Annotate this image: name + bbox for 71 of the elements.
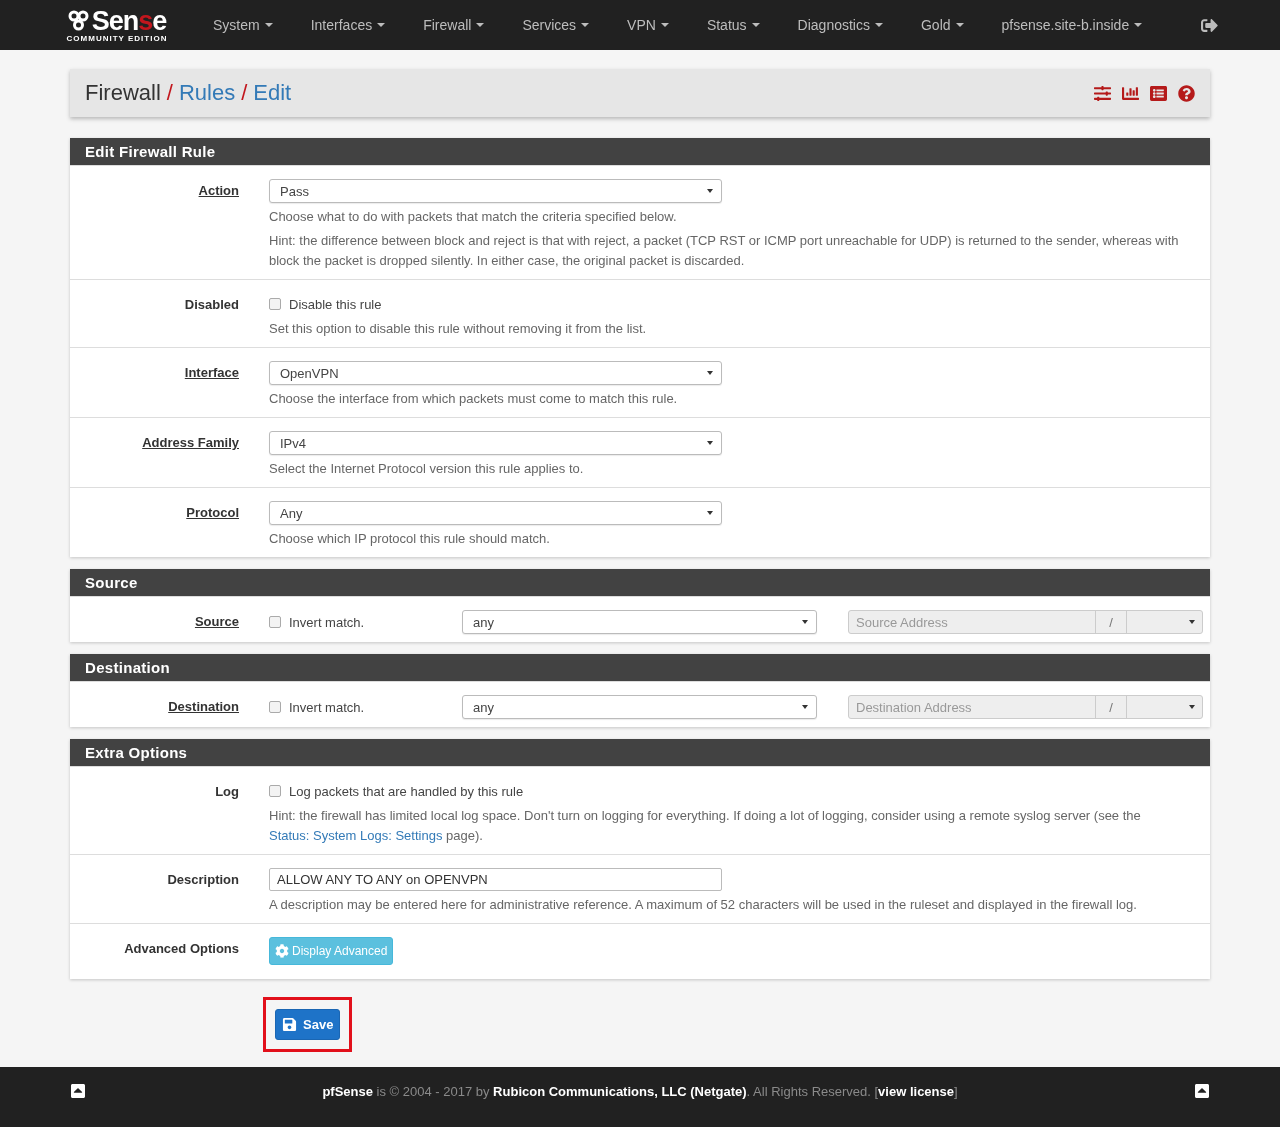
checkbox-label: Log packets that are handled by this rule bbox=[289, 783, 524, 799]
caret-icon bbox=[707, 440, 713, 446]
gear-icon bbox=[275, 944, 289, 958]
panel-title: Destination bbox=[70, 654, 1210, 681]
nav-menu-item[interactable]: Services bbox=[503, 17, 609, 33]
license-link[interactable]: view license bbox=[878, 1083, 954, 1099]
help-text: Hint: the difference between block and reject is that with reject, a packet (TCP RST or ICMP port unreachable for UDP) is returned to the sender, whereas with block the packet is dropped silently. In either case, the original packet is discarded. bbox=[269, 232, 1180, 270]
breadcrumb-item: Firewall bbox=[85, 80, 161, 106]
nav-menu-item[interactable]: VPN bbox=[608, 17, 688, 33]
field-label: Description bbox=[167, 871, 239, 889]
field-label: Disabled bbox=[184, 296, 239, 314]
checkbox[interactable] bbox=[269, 785, 281, 797]
help-text: Hint: the firewall has limited local log space. Don't turn on logging for everything. If doing a lot of logging, consider using a remote syslog server (see the Status: System Logs: Settings page). bbox=[269, 807, 1142, 845]
select-field[interactable]: any bbox=[462, 695, 817, 719]
field-label: Interface bbox=[184, 364, 239, 382]
breadcrumb-item[interactable]: Rules bbox=[178, 80, 236, 106]
checkbox[interactable] bbox=[269, 701, 281, 713]
select-field[interactable]: any bbox=[462, 610, 817, 634]
caret-icon bbox=[707, 370, 713, 376]
breadcrumb-separator: / bbox=[241, 80, 248, 106]
field-label: Protocol bbox=[186, 504, 239, 522]
field-label: Destination bbox=[168, 698, 239, 716]
panel-title: Source bbox=[70, 569, 1210, 596]
save-icon bbox=[282, 1017, 297, 1032]
checkbox[interactable] bbox=[269, 616, 281, 628]
caret-icon bbox=[802, 619, 808, 625]
field-label: Action bbox=[198, 182, 239, 200]
select-field[interactable]: OpenVPN bbox=[269, 361, 722, 385]
help-text: A description may be entered here for administrative reference. A maximum of 52 characters will be used in the ruleset and displayed in the firewall log. bbox=[269, 896, 1138, 914]
bar-chart-icon[interactable] bbox=[1122, 84, 1139, 102]
nav-menu-item[interactable]: System bbox=[194, 17, 292, 33]
help-text: Choose the interface from which packets must come to match this rule. bbox=[269, 390, 679, 408]
field-label: Log bbox=[215, 783, 239, 801]
scroll-top-icon[interactable] bbox=[1194, 1083, 1210, 1099]
select-field[interactable]: Any bbox=[269, 501, 722, 525]
breadcrumb-item[interactable]: Edit bbox=[253, 80, 292, 106]
nav-menu-item[interactable]: pfsense.site-b.inside bbox=[982, 17, 1162, 33]
select-field[interactable]: IPv4 bbox=[269, 431, 722, 455]
nav-menu-item[interactable]: Firewall bbox=[404, 17, 504, 33]
field-label: Advanced Options bbox=[124, 940, 239, 958]
description-field[interactable]: ALLOW ANY TO ANY on OPENVPN bbox=[269, 868, 722, 891]
checkbox-label: Invert match. bbox=[289, 699, 365, 715]
panel-title: Extra Options bbox=[70, 739, 1210, 766]
sliders-icon[interactable] bbox=[1094, 84, 1111, 102]
help-text: Choose which IP protocol this rule should match. bbox=[269, 530, 551, 548]
field-label: Address Family bbox=[142, 434, 239, 452]
copyright-text: pfSense is © 2004 - 2017 by Rubicon Communications, LLC (Netgate). All Rights Reserved. [view license] bbox=[322, 1083, 958, 1099]
field-label: Source bbox=[194, 613, 239, 631]
logo[interactable]: Sense COMMUNITY EDITION bbox=[62, 7, 172, 43]
nav-menu-item[interactable]: Status bbox=[687, 17, 779, 33]
scroll-top-icon[interactable] bbox=[70, 1083, 86, 1099]
help-text: Select the Internet Protocol version this rule applies to. bbox=[269, 460, 585, 478]
checkbox[interactable] bbox=[269, 298, 281, 310]
nav-menu-item[interactable]: Interfaces bbox=[291, 17, 405, 33]
caret-icon bbox=[802, 704, 808, 710]
help-link[interactable]: Status: System Logs: Settings bbox=[269, 828, 443, 843]
panel-title: Edit Firewall Rule bbox=[70, 138, 1210, 165]
nav-menu-item[interactable]: Diagnostics bbox=[778, 17, 902, 33]
nav-menu-item[interactable]: Gold bbox=[901, 17, 983, 33]
list-icon[interactable] bbox=[1150, 84, 1167, 102]
checkbox-label: Invert match. bbox=[289, 614, 365, 630]
logout-icon[interactable] bbox=[1201, 16, 1218, 34]
help-icon[interactable] bbox=[1178, 84, 1195, 102]
help-text: Set this option to disable this rule without removing it from the list. bbox=[269, 320, 648, 338]
save-button[interactable]: Save bbox=[275, 1009, 341, 1040]
help-text: Choose what to do with packets that match the criteria specified below. bbox=[269, 208, 678, 226]
breadcrumb-separator: / bbox=[166, 80, 173, 106]
select-field[interactable]: Pass bbox=[269, 179, 722, 203]
checkbox-label: Disable this rule bbox=[289, 296, 382, 312]
caret-icon bbox=[707, 188, 713, 194]
caret-icon bbox=[707, 510, 713, 516]
